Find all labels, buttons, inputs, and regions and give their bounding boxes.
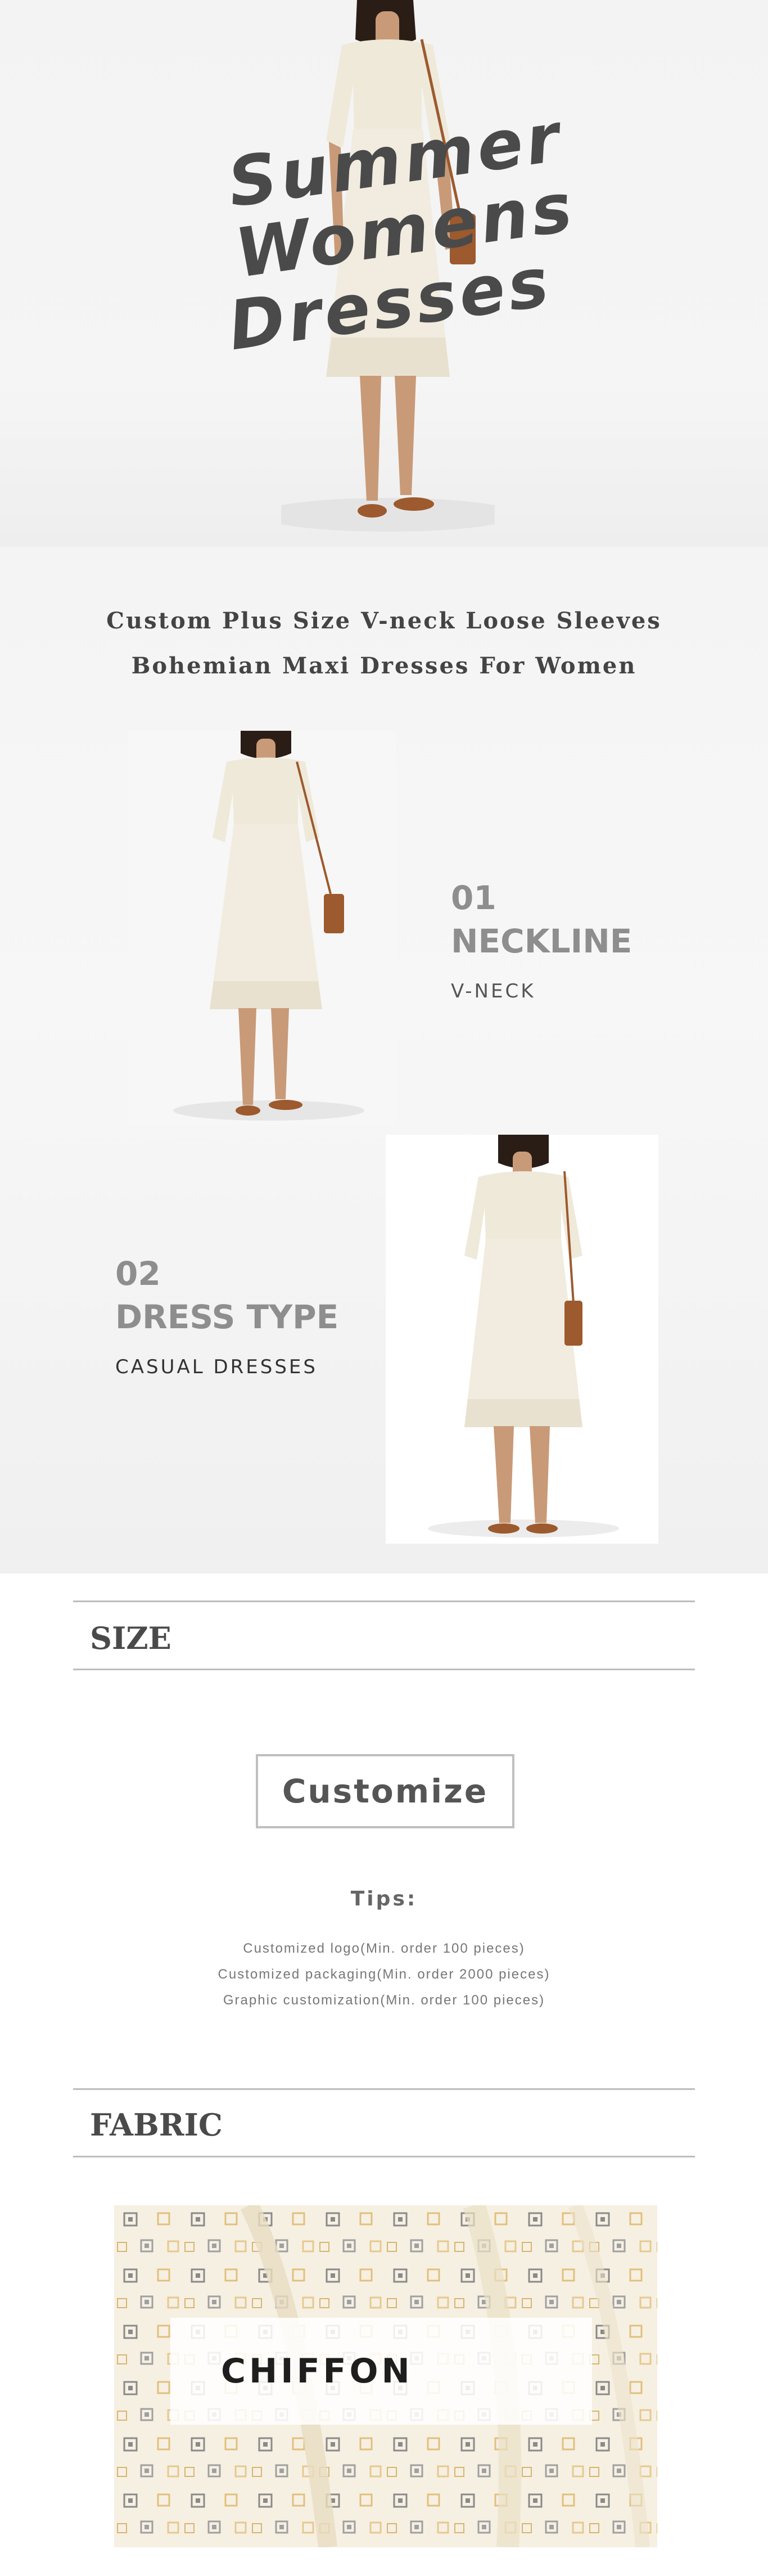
tips-title: Tips: [350,1887,418,1910]
dress-type-photo [386,1135,658,1544]
feature-section: Custom Plus Size V-neck Loose Sleeves Bo… [0,547,768,1574]
intro-line2: Bohemian Maxi Dresses For Women [131,653,637,679]
tip-item: Customized packaging(Min. order 2000 pie… [218,1967,550,1982]
hero-title: Summer Womens Dresses [84,83,726,379]
size-bottom-divider [73,1669,695,1670]
hero-banner: Summer Womens Dresses [0,0,768,547]
fabric-bottom-divider [73,2156,695,2157]
feature2-number: 02 [115,1255,161,1293]
customize-button[interactable]: Customize [256,1754,514,1828]
neckline-photo [128,731,396,1125]
feature2-title: DRESS TYPE [115,1298,339,1336]
feature1-value: V-NECK [451,980,536,1002]
feature1-title: NECKLINE [451,922,633,960]
size-heading: SIZE [90,1620,171,1656]
fabric-top-divider [73,2088,695,2090]
fabric-material-label: CHIFFON [170,2318,592,2425]
tip-item: Customized logo(Min. order 100 pieces) [243,1941,525,1956]
fabric-heading: FABRIC [90,2107,223,2143]
feature1-number: 01 [451,879,496,917]
feature2-value: CASUAL DRESSES [115,1356,318,1378]
intro-line1: Custom Plus Size V-neck Loose Sleeves [106,608,662,634]
size-top-divider [73,1601,695,1602]
tip-item: Graphic customization(Min. order 100 pie… [223,1993,545,2008]
fabric-swatch-image: CHIFFON [114,2205,657,2547]
